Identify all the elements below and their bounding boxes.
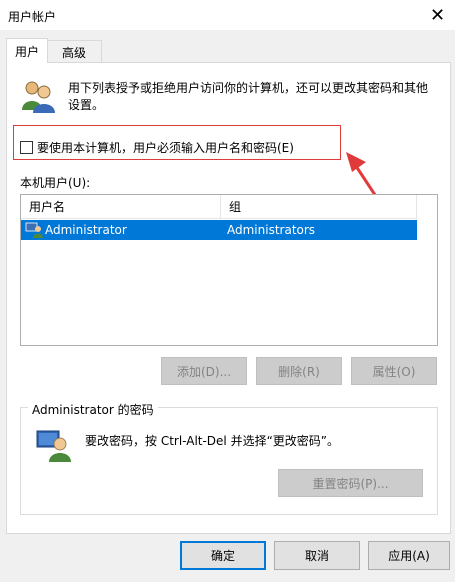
tab-advanced[interactable]: 高级 (46, 40, 102, 63)
change-password-text: 要改密码，按 Ctrl-Alt-Del 并选择“更改密码”。 (85, 434, 340, 448)
remove-user-button[interactable]: 删除(R) (256, 357, 342, 385)
users-label: 本机用户(U): (20, 176, 91, 190)
description-text: 用下列表授予或拒绝用户访问你的计算机，还可以更改其密码和其他设置。 (68, 81, 429, 112)
users-icon (22, 81, 55, 113)
user-icon (25, 222, 43, 238)
password-group-title: Administrator 的密码 (28, 401, 158, 418)
add-user-button[interactable]: 添加(D)... (161, 357, 247, 385)
cancel-button[interactable]: 取消 (274, 541, 360, 570)
column-header-group[interactable]: 组 (221, 195, 417, 219)
reset-password-button[interactable]: 重置密码(P)... (278, 469, 423, 497)
window-title: 用户帐户 (8, 10, 57, 24)
apply-button[interactable]: 应用(A) (368, 541, 450, 570)
close-button[interactable]: ✕ (420, 0, 455, 30)
column-header-username[interactable]: 用户名 (21, 195, 221, 219)
close-icon: ✕ (429, 4, 446, 26)
title-bar (0, 0, 455, 30)
password-user-icon (36, 430, 71, 462)
ok-button[interactable]: 确定 (180, 541, 266, 570)
properties-button[interactable]: 属性(O) (351, 357, 437, 385)
row-username: Administrator (45, 223, 127, 237)
table-row[interactable]: Administrator Administrators (21, 220, 417, 240)
annotation-rectangle (13, 125, 341, 160)
row-group: Administrators (227, 223, 316, 237)
users-list[interactable]: 用户名 组 Administrator Administrators (20, 194, 438, 346)
tab-users[interactable]: 用户 (6, 38, 48, 63)
password-group (20, 407, 438, 515)
